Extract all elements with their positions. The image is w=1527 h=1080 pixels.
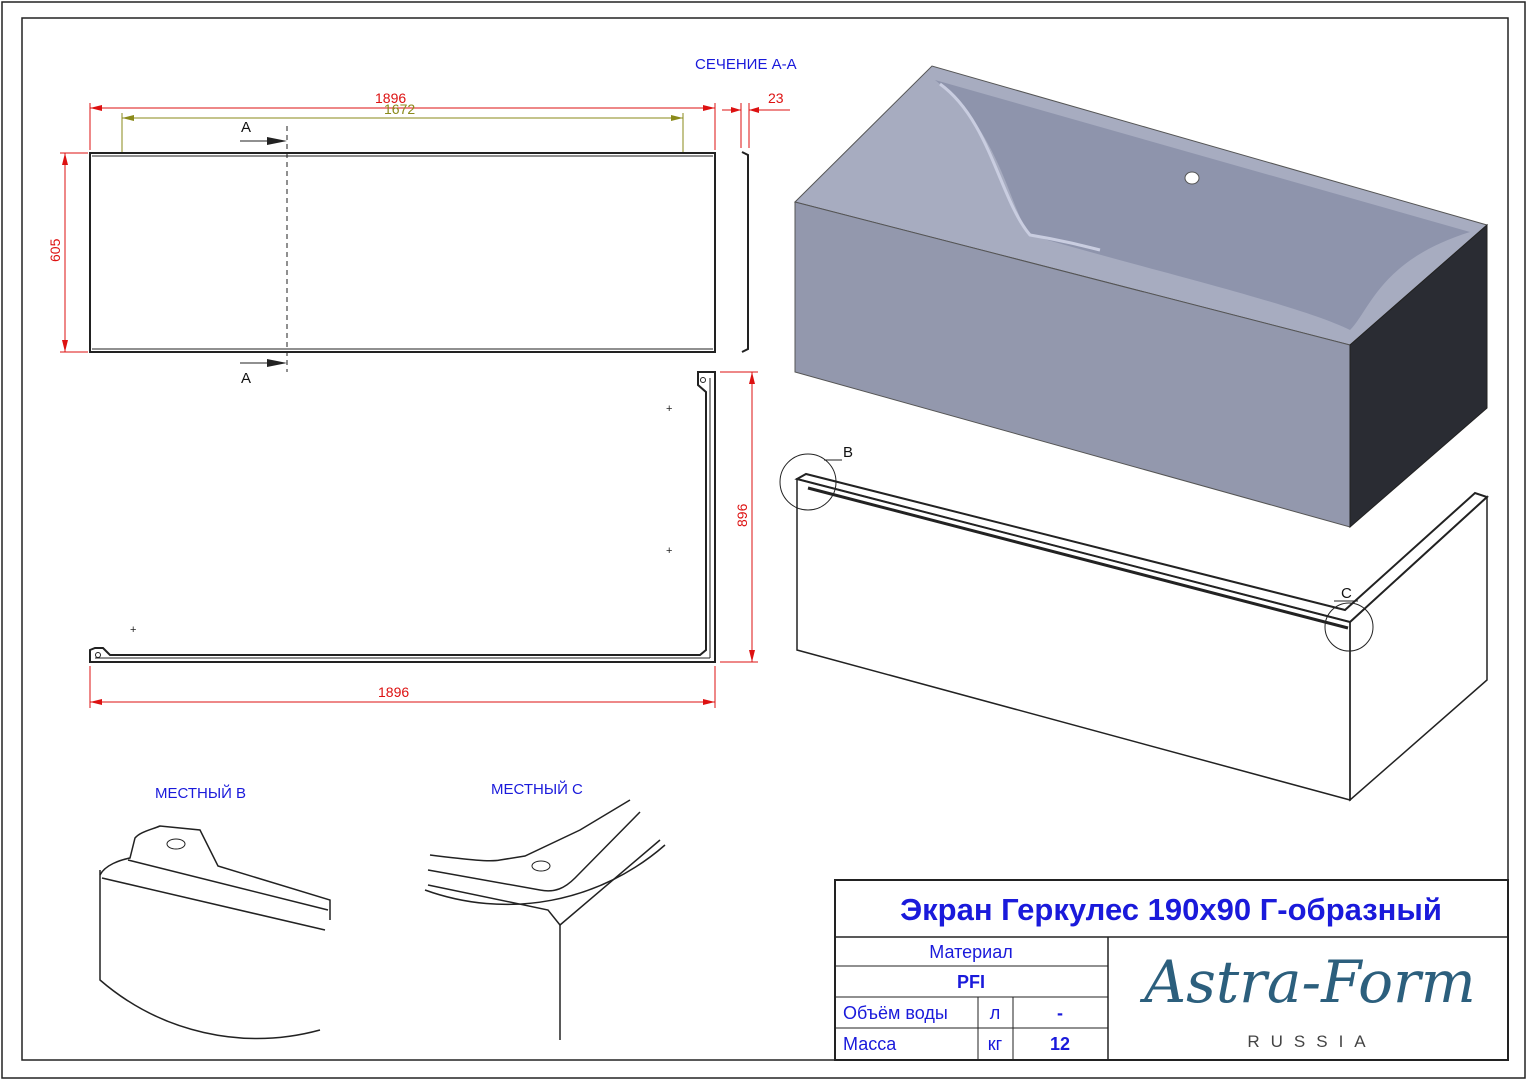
dim-height: 605 [47,238,63,262]
mass-label: Масса [843,1034,897,1054]
dim-side-length: 896 [734,503,750,527]
material-value: PFI [957,972,985,992]
material-label: Материал [929,942,1012,962]
top-view: + + + 896 1896 [89,371,758,708]
water-volume-value: - [1057,1003,1063,1023]
company-logo: Astra-Form [1139,948,1476,1016]
drawing-sheet: A A 1896 1672 605 СЕЧЕНИЕ А-А 23 + + + 8… [1,1,1526,1079]
dim-bottom-length: 1896 [378,684,409,700]
section-marker-bottom: A [241,370,251,387]
svg-text:+: + [666,545,672,557]
callout-c: C [1341,585,1352,602]
callout-b: B [843,444,853,461]
water-volume-unit: л [990,1003,1001,1023]
detail-c-view: МЕСТНЫЙ С [424,780,666,1040]
water-volume-label: Объём воды [843,1003,948,1023]
front-view: A A 1896 1672 605 [47,90,716,387]
mass-unit: кг [988,1034,1003,1054]
title-block: Экран Геркулес 190x90 Г-образный Материа… [834,879,1509,1061]
svg-text:+: + [666,403,672,415]
dim-thickness: 23 [768,90,784,106]
detail-b-view: МЕСТНЫЙ В [99,784,331,1040]
bathtub-3d-view [794,65,1489,529]
drawing-title: Экран Геркулес 190x90 Г-образный [900,892,1442,927]
svg-text:+: + [130,624,136,636]
callout-c-circle [1324,602,1374,652]
local-b-label: МЕСТНЫЙ В [155,784,246,802]
front-panel-outline [89,152,716,353]
section-marker-top: A [241,119,251,136]
dim-inner-length: 1672 [384,101,415,117]
company-logo-sub: RUSSIA [1247,1032,1376,1051]
section-aa-view: СЕЧЕНИЕ А-А 23 [695,56,797,353]
local-c-label: МЕСТНЫЙ С [491,780,583,798]
section-aa-label: СЕЧЕНИЕ А-А [695,56,797,73]
mass-value: 12 [1050,1034,1070,1054]
